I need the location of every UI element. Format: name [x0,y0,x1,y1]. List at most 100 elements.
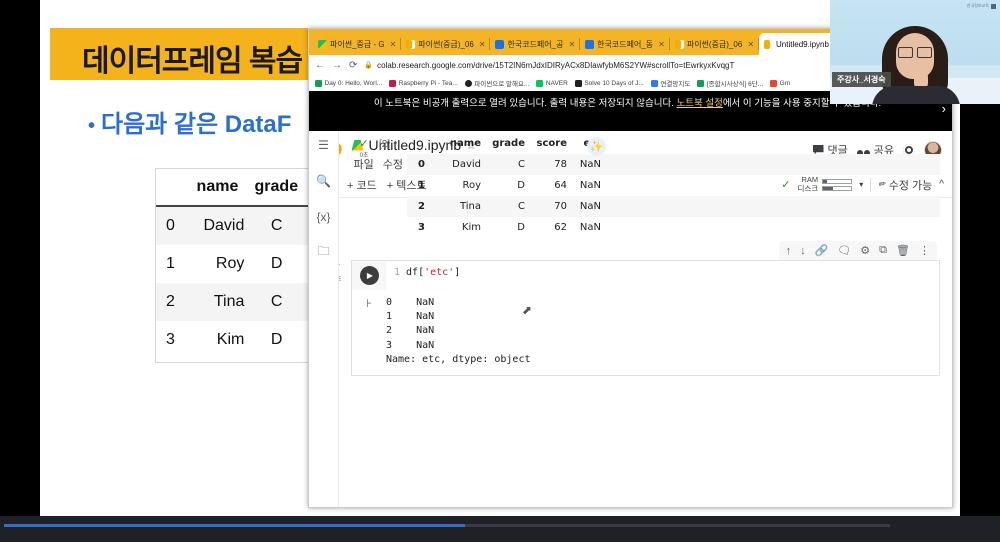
screen-root: 데이터프레임 복습 •다음과 같은 DataF name grade sc 0 … [0,0,1000,542]
move-up-icon[interactable]: ↑ [786,245,792,257]
close-icon[interactable]: ✕ [479,40,486,49]
bookmark-item[interactable]: 파이썬으로 말해요... [464,78,530,88]
bookmark-item[interactable]: [종합시사상식] 6단... [697,78,763,88]
notebook-code-cell[interactable]: ✓ 0초 ↑ ↓ 🔗 🗨 ⚙ ⧉ 🗑 ⋮ [339,241,940,376]
cell-action-toolbar: ↑ ↓ 🔗 🗨 ⚙ ⧉ 🗑 ⋮ [778,241,937,260]
slide-cell-index: 2 [165,293,175,310]
df-cell-index: 1 [418,180,425,191]
more-icon[interactable]: ⋮ [919,244,930,257]
bullet-dot: • [88,115,96,137]
browser-tab[interactable]: 한국코드페어_동 ✕ [580,33,670,55]
browser-tab[interactable]: 파이썬(중급)_06 ✕ [670,33,760,55]
drive-icon [318,39,327,49]
code-editor[interactable]: 1 df['etc'] [386,261,939,290]
browser-tab[interactable]: 파이썬(중급)_06 ✕ [401,33,491,55]
slide-cell-name: Roy [215,255,245,272]
presenter-name-badge: 주강사_서경숙 [832,72,891,87]
bookmark-item[interactable]: Day 0: Hello, Worl... [315,79,383,87]
df-th-grade: grade [492,138,525,149]
code-cell-run-status: ✓ 0초 [339,263,348,284]
browser-tab[interactable]: 한국코드페어_공 ✕ [490,33,580,55]
webcam-overlay: 주강사_서경숙 한국정보교육 [830,0,1000,104]
close-icon[interactable]: ✕ [658,40,665,49]
search-icon[interactable]: 🔍 [316,173,331,188]
close-icon[interactable]: ✕ [568,40,575,49]
bookmark-label: 연결망지도 [660,81,691,88]
play-icon[interactable]: ▶ [359,266,379,285]
colab-icon [674,39,684,49]
bookmark-item[interactable]: Solve 10 Days of J... [574,79,644,87]
move-down-icon[interactable]: ↓ [800,245,806,257]
dataframe-row: 0 David C 78 NaN [407,154,940,175]
tab-label: 파이썬(중급)_06 [418,39,474,49]
df-cell-score: 62 [554,222,567,233]
files-icon[interactable]: 🗀 [316,244,331,260]
dataframe-row: 3 Kim D 62 NaN [407,217,940,238]
bookmark-favicon [574,79,582,87]
cell-exec-time: 0초 [359,153,369,159]
df-cell-grade: D [517,222,525,233]
frame-left-black [0,0,40,542]
close-icon[interactable]: ✕ [390,40,397,49]
progress-bar[interactable] [4,524,890,527]
notebook-cell-output: ✓ 0초 [2] name grade score etc 0 [351,137,940,238]
delete-icon[interactable]: 🗑 [896,244,910,257]
bookmark-favicon [697,79,705,87]
df-cell-etc: NaN [579,201,601,212]
slide-cell-grade: C [270,217,283,234]
slide-cell-name: Kim [216,331,245,348]
df-cell-name: Tina [459,201,481,212]
bookmark-label: Day 0: Hello, Worl... [324,79,383,87]
toc-icon[interactable]: ☰ [316,137,331,152]
bookmark-favicon [464,79,472,87]
bookmark-item[interactable]: 연결망지도 [650,78,691,88]
browser-tab[interactable]: 파이썬_중급 - G ✕ [313,33,402,55]
df-cell-etc: NaN [579,159,601,170]
forward-icon[interactable]: → [332,60,342,71]
df-cell-score: 78 [554,159,567,170]
output-arrow-wrap: ⊦ [352,296,386,367]
check-icon: ✓ [359,138,369,150]
bookmark-item[interactable]: Raspberry Pi - Tea... [389,79,458,87]
df-cell-name: Roy [462,180,481,191]
magic-wand-icon[interactable]: ✨ [587,137,606,156]
comment-icon[interactable]: 🗨 [837,244,851,257]
tab-label: 파이썬_중급 - G [330,39,385,49]
df-cell-score: 64 [554,180,567,191]
df-cell-grade: D [517,180,525,191]
df-cell-grade: C [518,159,525,170]
cell-exec-count: [2] [379,139,391,150]
close-icon[interactable]: ✕ [747,40,754,49]
bookmark-favicon [650,79,658,87]
bookmark-label: NAVER [545,79,568,87]
cell-run-status: ✓ 0초 [351,138,377,160]
df-cell-index: 0 [418,159,425,170]
reload-icon[interactable]: ⟳ [349,60,357,71]
code-output-text: 0 NaN 1 NaN 2 NaN 3 NaN Name: etc, dtype… [386,297,531,365]
slide-cell-name: David [203,217,245,234]
slide-th-name: name [196,178,239,195]
output-arrow-icon: ⊦ [366,298,372,310]
dataframe-row: 1 Roy D 64 NaN [407,175,940,196]
blue-icon [495,39,505,49]
bookmark-label: Gm [779,79,791,87]
df-cell-score: 70 [554,201,567,212]
run-button-wrap: ▶ [352,261,386,290]
link-icon[interactable]: 🔗 [815,244,829,257]
bookmark-favicon [536,79,544,87]
colab-left-rail: ☰ 🔍 {x} 🗀 <> ▤ [309,131,339,507]
tab-label: 한국코드페어_공 [507,39,564,49]
colab-icon [406,39,416,49]
back-icon[interactable]: ← [315,60,325,71]
bookmark-favicon [315,79,322,87]
settings-icon[interactable]: ⚙ [860,244,870,257]
variables-icon[interactable]: {x} [316,209,331,224]
notebook-settings-link[interactable]: 노트북 설정 [676,98,722,109]
bookmark-label: Raspberry Pi - Tea... [398,79,458,87]
bookmark-label: 파이썬으로 말해요... [474,81,530,88]
copy-icon[interactable]: ⧉ [879,244,887,257]
slide-cell-grade: D [270,331,283,348]
bookmark-item[interactable]: NAVER [536,79,568,87]
bookmark-item[interactable]: Gm [770,79,791,87]
glasses-icon [898,47,932,58]
